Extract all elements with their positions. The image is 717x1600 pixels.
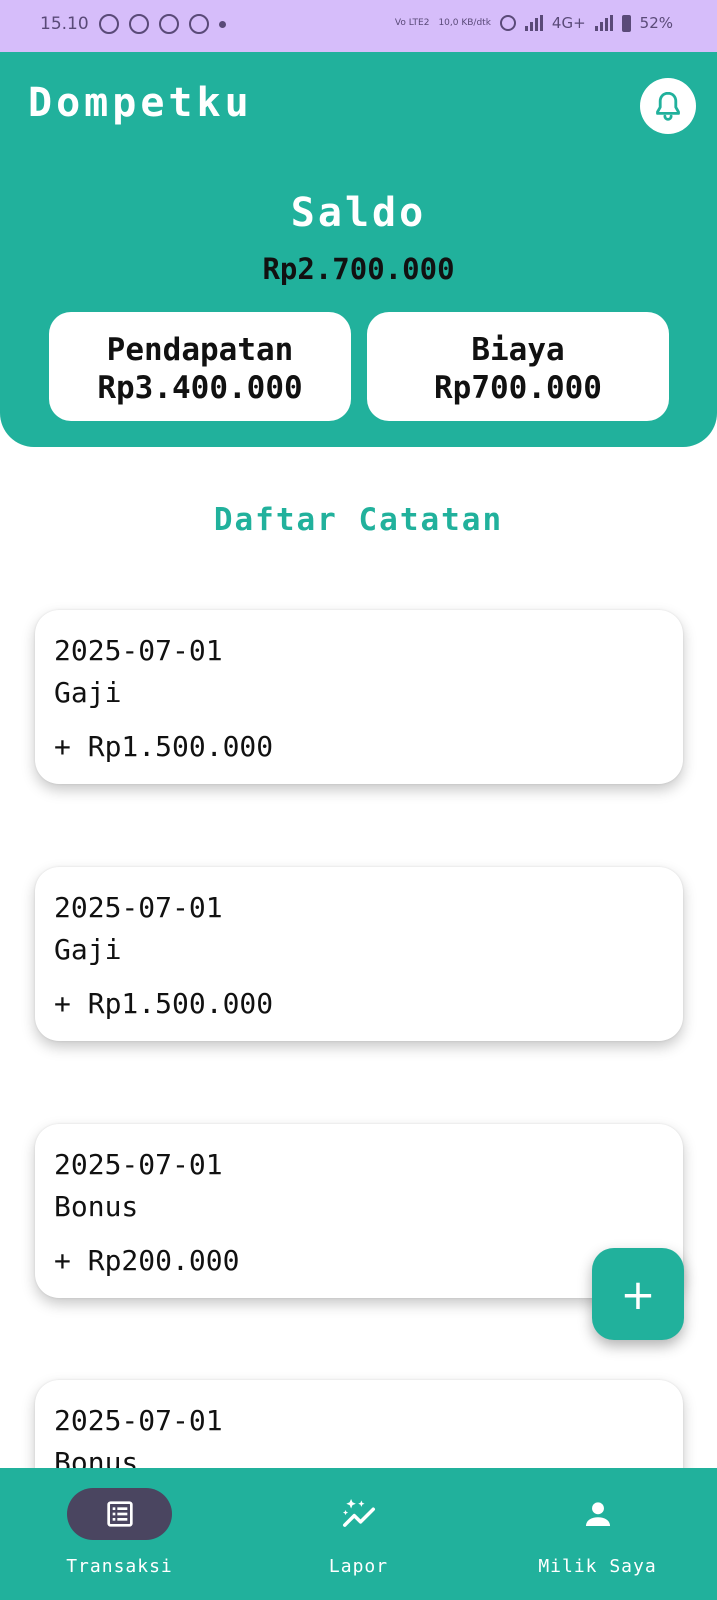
battery-charging-icon — [621, 14, 631, 32]
network-speed: 10,0 KB/dtk — [438, 17, 491, 28]
transaction-date: 2025-07-01 — [54, 1404, 223, 1437]
notification-button[interactable] — [640, 78, 696, 134]
app-title: Dompetku — [28, 80, 253, 126]
nav-icon-wrap — [0, 1488, 239, 1540]
transaction-category: Gaji — [54, 676, 122, 709]
nav-item-lapor[interactable]: Lapor — [239, 1468, 478, 1600]
transaction-date: 2025-07-01 — [54, 1148, 223, 1181]
status-bar-right: Vo LTE2 10,0 KB/dtk 4G+ 52% — [395, 14, 673, 32]
income-card: Pendapatan Rp3.400.000 — [49, 312, 351, 421]
person-icon — [585, 1502, 610, 1527]
more-notifications-dot-icon — [218, 20, 226, 28]
income-value: Rp3.400.000 — [97, 370, 303, 406]
status-bar-left: 15.10 — [40, 14, 226, 34]
transaction-category: Gaji — [54, 933, 122, 966]
transaction-amount: + Rp200.000 — [54, 1244, 240, 1277]
whatsapp-business-icon — [98, 14, 119, 34]
messenger-icon — [158, 14, 179, 34]
messenger-icon-2 — [188, 14, 209, 34]
income-label: Pendapatan — [106, 332, 294, 368]
transaction-amount: + Rp1.500.000 — [54, 730, 274, 763]
list-icon — [106, 1501, 133, 1527]
signal-icon-2 — [594, 15, 613, 31]
nav-label: Transaksi — [66, 1556, 173, 1577]
expense-card: Biaya Rp700.000 — [367, 312, 669, 421]
transaction-category: Bonus — [54, 1190, 139, 1223]
expense-value: Rp700.000 — [434, 370, 602, 406]
plus-icon: + — [620, 1269, 656, 1319]
header: Dompetku Saldo Rp2.700.000 Pendapatan Rp… — [0, 52, 717, 447]
nav-icon-wrap — [478, 1488, 717, 1540]
status-bar: 15.10 Vo LTE2 10,0 KB/dtk 4G+ 52% — [0, 0, 717, 52]
nav-label: Milik Saya — [538, 1556, 657, 1577]
battery-level: 52% — [639, 14, 673, 32]
nav-label: Lapor — [328, 1556, 389, 1577]
bell-icon — [656, 91, 680, 121]
whatsapp-icon — [128, 14, 149, 34]
balance-label: Saldo — [290, 190, 427, 236]
section-title: Daftar Catatan — [213, 502, 504, 538]
transaction-date: 2025-07-01 — [54, 891, 223, 924]
signal-type: 4G+ — [551, 14, 586, 32]
signal-icon — [524, 15, 543, 31]
nav-icon-wrap — [239, 1488, 478, 1540]
transaction-amount: + Rp1.500.000 — [54, 987, 274, 1020]
transaction-card[interactable]: 2025-07-01 Gaji + Rp1.500.000 — [35, 610, 683, 784]
volte-label: Vo LTE2 — [394, 17, 430, 28]
hotspot-icon — [499, 15, 516, 31]
nav-item-milik-saya[interactable]: Milik Saya — [478, 1468, 717, 1600]
transaction-date: 2025-07-01 — [54, 634, 223, 667]
status-time: 15.10 — [40, 14, 89, 34]
add-transaction-button[interactable]: + — [592, 1248, 684, 1340]
balance-value: Rp2.700.000 — [262, 252, 455, 286]
nav-item-transaksi[interactable]: Transaksi — [0, 1468, 239, 1600]
transaction-card[interactable]: 2025-07-01 Bonus + Rp200.000 — [35, 1124, 683, 1298]
bottom-nav: Transaksi Lapor Milik Saya — [0, 1468, 717, 1600]
chart-sparkle-icon — [342, 1498, 375, 1527]
expense-label: Biaya — [471, 332, 565, 368]
transaction-card[interactable]: 2025-07-01 Gaji + Rp1.500.000 — [35, 867, 683, 1041]
